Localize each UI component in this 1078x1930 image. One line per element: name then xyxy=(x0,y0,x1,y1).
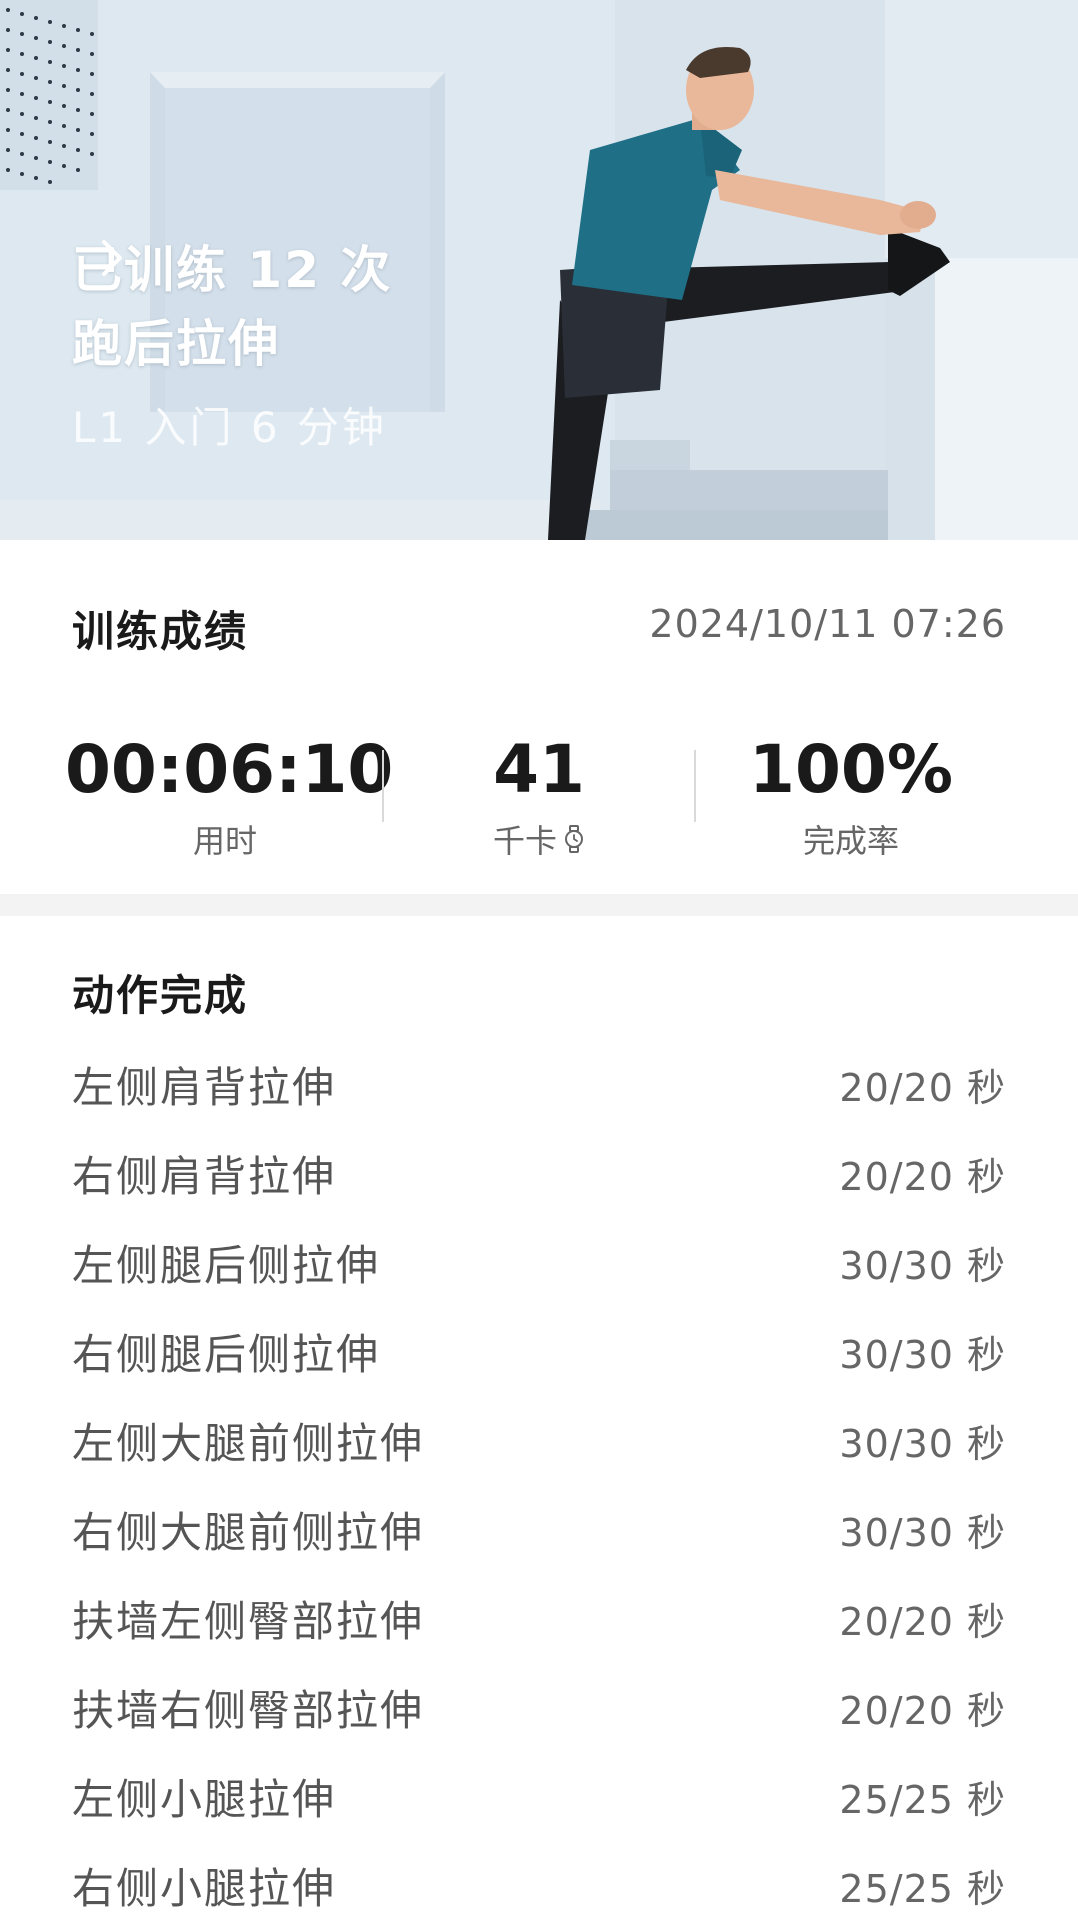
stat-duration-value: 00:06:10 xyxy=(65,731,394,808)
action-progress: 30/30 秒 xyxy=(839,1422,1006,1466)
action-progress: 20/20 秒 xyxy=(839,1066,1006,1110)
hero-text-block: 已训练 12 次 跑后拉伸 L1 入门 6 分钟 xyxy=(72,238,392,456)
action-progress: 20/20 秒 xyxy=(839,1689,1006,1733)
action-name: 右侧肩背拉伸 xyxy=(72,1152,337,1201)
action-name: 右侧腿后侧拉伸 xyxy=(72,1330,381,1379)
chevron-right-icon xyxy=(102,240,122,276)
hero-banner: 已训练 12 次 跑后拉伸 L1 入门 6 分钟 xyxy=(0,0,1078,540)
results-title: 训练成绩 xyxy=(72,607,249,656)
stat-calories: 41 千卡 xyxy=(379,728,699,862)
course-title-link[interactable]: 跑后拉伸 xyxy=(72,240,392,376)
actions-section: 动作完成 左侧肩背拉伸 20/20 秒 右侧肩背拉伸 20/20 秒 左侧腿后侧… xyxy=(0,916,1078,1925)
training-results-section: 训练成绩 2024/10/11 07:26 00:06:10 用时 41 千卡 xyxy=(0,540,1078,894)
action-item: 左侧肩背拉伸 20/20 秒 xyxy=(72,1040,1006,1129)
stat-calories-value: 41 xyxy=(493,731,585,808)
course-title: 跑后拉伸 xyxy=(72,315,280,373)
actions-title: 动作完成 xyxy=(72,971,249,1020)
action-name: 左侧肩背拉伸 xyxy=(72,1063,337,1112)
results-datetime: 2024/10/11 07:26 xyxy=(649,602,1006,646)
action-name: 左侧小腿拉伸 xyxy=(72,1775,337,1824)
action-name: 左侧腿后侧拉伸 xyxy=(72,1241,381,1290)
action-name: 左侧大腿前侧拉伸 xyxy=(72,1419,425,1468)
action-item: 右侧肩背拉伸 20/20 秒 xyxy=(72,1129,1006,1218)
action-item: 右侧腿后侧拉伸 30/30 秒 xyxy=(72,1307,1006,1396)
action-item: 左侧大腿前侧拉伸 30/30 秒 xyxy=(72,1396,1006,1485)
action-name: 右侧小腿拉伸 xyxy=(72,1864,337,1913)
action-item: 右侧小腿拉伸 25/25 秒 xyxy=(72,1841,1006,1930)
stats-row: 00:06:10 用时 41 千卡 100% 完成率 xyxy=(0,728,1078,860)
action-name: 右侧大腿前侧拉伸 xyxy=(72,1508,425,1557)
action-progress: 20/20 秒 xyxy=(839,1155,1006,1199)
stat-completion-label: 完成率 xyxy=(802,822,899,860)
action-progress: 25/25 秒 xyxy=(839,1778,1006,1822)
action-progress: 30/30 秒 xyxy=(839,1511,1006,1555)
action-name: 扶墙右侧臀部拉伸 xyxy=(72,1686,425,1735)
stat-duration-label: 用时 xyxy=(192,822,257,860)
stat-duration: 00:06:10 用时 xyxy=(65,728,394,862)
action-progress: 25/25 秒 xyxy=(839,1867,1006,1911)
watch-icon xyxy=(565,825,583,853)
section-divider xyxy=(0,894,1078,916)
stat-completion: 100% 完成率 xyxy=(691,728,1011,862)
action-item: 扶墙左侧臀部拉伸 20/20 秒 xyxy=(72,1574,1006,1663)
action-list: 左侧肩背拉伸 20/20 秒 右侧肩背拉伸 20/20 秒 左侧腿后侧拉伸 30… xyxy=(72,1040,1006,1930)
action-item: 左侧腿后侧拉伸 30/30 秒 xyxy=(72,1218,1006,1307)
action-item: 右侧大腿前侧拉伸 30/30 秒 xyxy=(72,1485,1006,1574)
action-progress: 20/20 秒 xyxy=(839,1600,1006,1644)
stat-calories-label: 千卡 xyxy=(492,822,557,860)
action-name: 扶墙左侧臀部拉伸 xyxy=(72,1597,425,1646)
stat-completion-value: 100% xyxy=(749,731,953,808)
action-item: 左侧小腿拉伸 25/25 秒 xyxy=(72,1752,1006,1841)
action-item: 扶墙右侧臀部拉伸 20/20 秒 xyxy=(72,1663,1006,1752)
action-progress: 30/30 秒 xyxy=(839,1333,1006,1377)
action-progress: 30/30 秒 xyxy=(839,1244,1006,1288)
course-level: L1 入门 6 分钟 xyxy=(72,403,387,452)
